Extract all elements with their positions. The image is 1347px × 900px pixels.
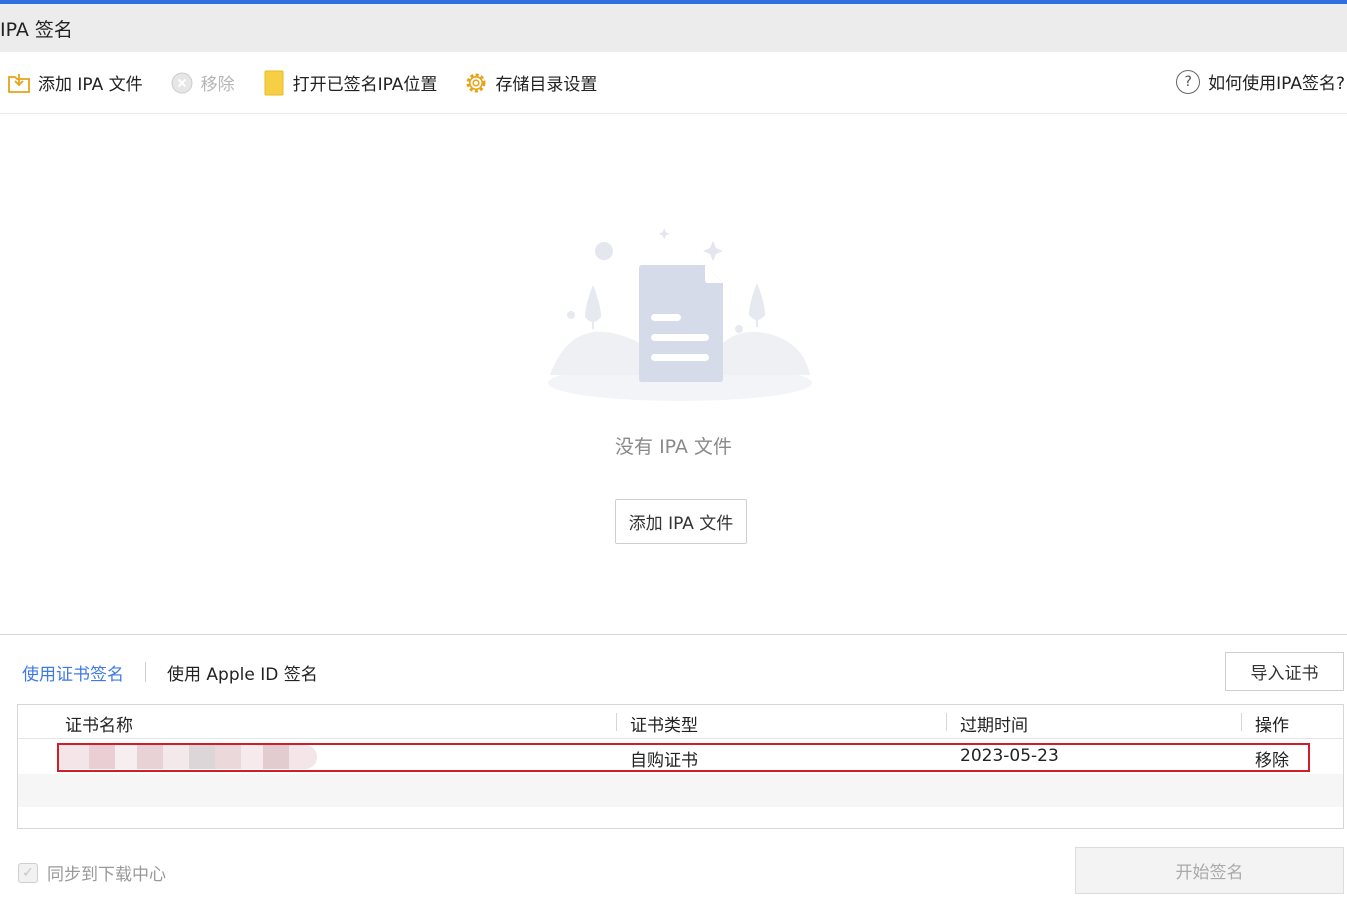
start-sign-button[interactable]: 开始签名 [1075, 847, 1344, 894]
section-divider [0, 634, 1347, 635]
question-icon: ? [1176, 69, 1201, 94]
window-title: IPA 签名 [0, 18, 73, 41]
open-signed-location-button[interactable]: 打开已签名IPA位置 [261, 70, 438, 96]
add-ipa-file-button[interactable]: 添加 IPA 文件 [615, 499, 747, 544]
sync-label: 同步到下载中心 [47, 865, 166, 885]
title-bar: IPA 签名 [0, 4, 1347, 52]
column-separator [946, 713, 947, 731]
storage-settings-label: 存储目录设置 [495, 75, 598, 95]
folder-icon [261, 70, 287, 96]
import-certificate-button[interactable]: 导入证书 [1225, 652, 1344, 691]
sync-download-center[interactable]: ✓ 同步到下载中心 [18, 860, 166, 885]
column-header-expires: 过期时间 [960, 716, 1028, 736]
column-header-name: 证书名称 [65, 716, 133, 736]
help-link[interactable]: ? 如何使用IPA签名? [1176, 69, 1345, 94]
column-header-action: 操作 [1255, 716, 1289, 736]
certificate-table: 证书名称 证书类型 过期时间 操作 自购证书 2023-05-23 移除 [17, 704, 1344, 829]
column-header-type: 证书类型 [630, 716, 698, 736]
tab-apple-id-sign[interactable]: 使用 Apple ID 签名 [167, 660, 318, 685]
column-separator [616, 713, 617, 731]
toolbar: 添加 IPA 文件 移除 打开已签名IPA位置 存储目录设置 ? 如何使用IPA… [0, 52, 1347, 114]
open-signed-location-label: 打开已签名IPA位置 [292, 75, 438, 95]
add-file-icon [6, 70, 32, 96]
tab-separator [145, 662, 146, 682]
selected-row-highlight [57, 743, 1310, 772]
tab-certificate-sign[interactable]: 使用证书签名 [22, 660, 124, 685]
column-separator [1241, 713, 1242, 731]
add-ipa-button[interactable]: 添加 IPA 文件 [6, 70, 143, 96]
empty-message: 没有 IPA 文件 [615, 436, 732, 458]
table-empty-row [18, 774, 1343, 807]
gear-icon [463, 70, 489, 96]
remove-button[interactable]: 移除 [169, 70, 235, 96]
storage-settings-button[interactable]: 存储目录设置 [463, 70, 597, 96]
sync-checkbox[interactable]: ✓ [18, 862, 38, 883]
help-label: 如何使用IPA签名? [1208, 74, 1345, 94]
empty-file-illustration [548, 228, 812, 401]
table-header: 证书名称 证书类型 过期时间 操作 [18, 705, 1343, 739]
remove-circle-icon [169, 70, 195, 96]
remove-label: 移除 [200, 75, 235, 95]
add-ipa-label: 添加 IPA 文件 [38, 75, 143, 95]
sign-method-tabs: 使用证书签名 使用 Apple ID 签名 [22, 658, 318, 686]
